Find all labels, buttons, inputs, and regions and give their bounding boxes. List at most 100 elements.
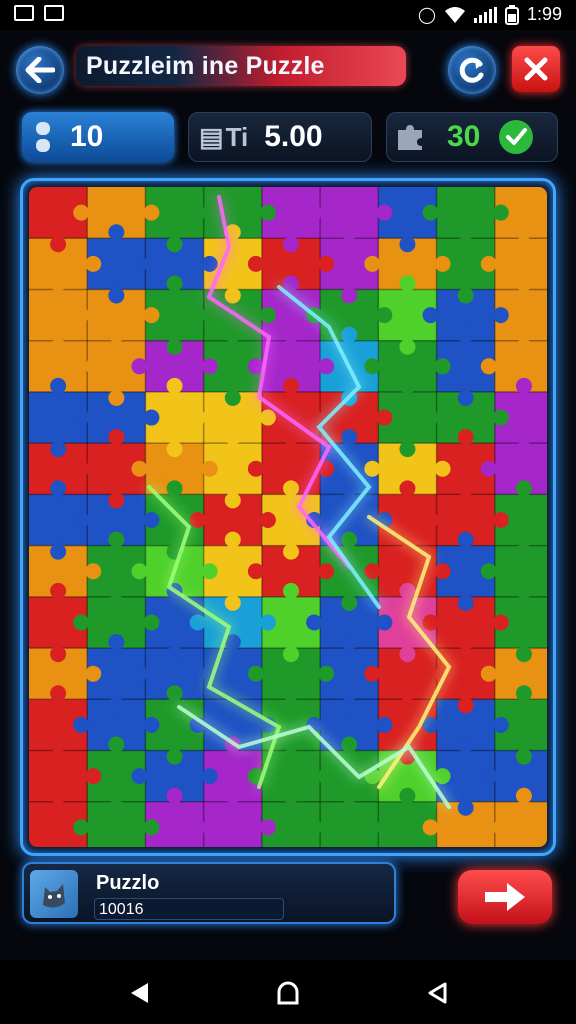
piece-knob bbox=[341, 531, 358, 548]
wifi-icon bbox=[444, 6, 465, 23]
piece-knob bbox=[341, 634, 358, 651]
piece-knob bbox=[492, 716, 509, 733]
piece-knob bbox=[318, 255, 335, 272]
piece-knob bbox=[341, 287, 358, 304]
piece-knob bbox=[166, 480, 183, 497]
puzzle-info-card[interactable]: Puzzlo 10016 bbox=[22, 862, 396, 924]
piece-knob bbox=[283, 275, 299, 292]
time-label: Ti bbox=[225, 121, 249, 152]
piece-knob bbox=[224, 287, 241, 304]
pieces-stat: 30 bbox=[386, 112, 558, 162]
pause-icon bbox=[36, 122, 50, 152]
piece-knob bbox=[189, 512, 206, 528]
piece-knob bbox=[283, 748, 299, 765]
piece-knob bbox=[341, 736, 358, 753]
piece-knob bbox=[457, 492, 474, 509]
piece-knob bbox=[306, 819, 323, 836]
piece-knob bbox=[108, 697, 125, 714]
piece-knob bbox=[457, 697, 474, 714]
piece-knob bbox=[515, 582, 532, 599]
puzzle-board bbox=[20, 178, 556, 856]
piece-knob bbox=[283, 543, 299, 560]
piece-knob bbox=[399, 480, 416, 497]
piece-knob bbox=[131, 665, 148, 682]
piece-knob bbox=[515, 441, 532, 458]
piece-knob bbox=[50, 543, 67, 560]
piece-knob bbox=[457, 799, 474, 816]
piece-knob bbox=[434, 358, 451, 375]
piece-knob bbox=[492, 512, 509, 528]
puzzle-grid[interactable] bbox=[29, 187, 547, 847]
puzzle-value-bar: 10016 bbox=[94, 898, 284, 920]
piece-knob bbox=[492, 819, 509, 836]
piece-knob bbox=[108, 287, 125, 304]
back-nav-icon[interactable] bbox=[124, 978, 154, 1008]
piece-knob bbox=[457, 326, 474, 343]
piece-knob bbox=[50, 646, 67, 663]
piece-knob bbox=[434, 255, 451, 272]
piece-knob bbox=[166, 275, 183, 292]
piece-knob bbox=[399, 441, 416, 458]
piece-knob bbox=[85, 665, 102, 682]
piece-knob bbox=[341, 594, 358, 611]
restart-button[interactable] bbox=[448, 46, 496, 94]
recent-nav-icon[interactable] bbox=[422, 978, 452, 1008]
piece-knob bbox=[131, 563, 148, 580]
piece-knob bbox=[85, 460, 102, 477]
piece-knob bbox=[247, 665, 264, 682]
piece-knob bbox=[108, 429, 125, 446]
piece-knob bbox=[73, 716, 90, 733]
piece-knob bbox=[283, 441, 299, 458]
home-nav-icon[interactable] bbox=[273, 978, 303, 1008]
piece-knob bbox=[224, 389, 241, 406]
piece-knob bbox=[480, 768, 497, 785]
piece-knob bbox=[318, 358, 335, 375]
piece-knob bbox=[480, 563, 497, 580]
piece-knob bbox=[189, 614, 206, 631]
piece-knob bbox=[480, 460, 497, 477]
piece-knob bbox=[166, 377, 183, 394]
piece-knob bbox=[283, 646, 299, 663]
piece-knob bbox=[283, 338, 299, 355]
piece-knob bbox=[318, 563, 335, 580]
piece-knob bbox=[434, 768, 451, 785]
back-button[interactable] bbox=[16, 46, 64, 94]
piece-knob bbox=[224, 429, 241, 446]
piece-knob bbox=[341, 224, 358, 241]
piece-knob bbox=[224, 799, 241, 816]
puzzle-value: 10016 bbox=[99, 901, 144, 918]
piece-knob bbox=[224, 594, 241, 611]
piece-knob bbox=[224, 326, 241, 343]
close-icon bbox=[524, 57, 548, 81]
piece-knob bbox=[85, 255, 102, 272]
pieces-value: 30 bbox=[447, 120, 481, 153]
piece-knob bbox=[108, 634, 125, 651]
piece-knob bbox=[422, 409, 439, 426]
piece-knob bbox=[85, 358, 102, 375]
piece-knob bbox=[399, 236, 416, 253]
page-title: Puzzleim ine Puzzle bbox=[76, 46, 406, 86]
piece-knob bbox=[480, 255, 497, 272]
piece-knob bbox=[224, 492, 241, 509]
close-button[interactable] bbox=[512, 46, 560, 92]
piece-knob bbox=[166, 748, 183, 765]
piece-knob bbox=[283, 685, 299, 702]
piece-knob bbox=[283, 480, 299, 497]
piece-knob bbox=[457, 531, 474, 548]
piece-knob bbox=[50, 685, 67, 702]
piece-knob bbox=[515, 543, 532, 560]
piece-knob bbox=[259, 307, 276, 324]
piece-knob bbox=[318, 665, 335, 682]
piece-knob bbox=[166, 441, 183, 458]
piece-knob bbox=[143, 614, 160, 631]
time-stat: ▤ Ti 5.00 bbox=[188, 112, 372, 162]
piece-knob bbox=[364, 460, 381, 477]
piece-knob bbox=[480, 358, 497, 375]
piece-knob bbox=[434, 460, 451, 477]
piece-knob bbox=[376, 819, 393, 836]
piece-knob bbox=[201, 255, 218, 272]
piece-knob bbox=[492, 204, 509, 221]
piece-knob bbox=[515, 377, 532, 394]
next-button[interactable] bbox=[458, 870, 552, 924]
arrow-left-icon bbox=[25, 57, 55, 83]
